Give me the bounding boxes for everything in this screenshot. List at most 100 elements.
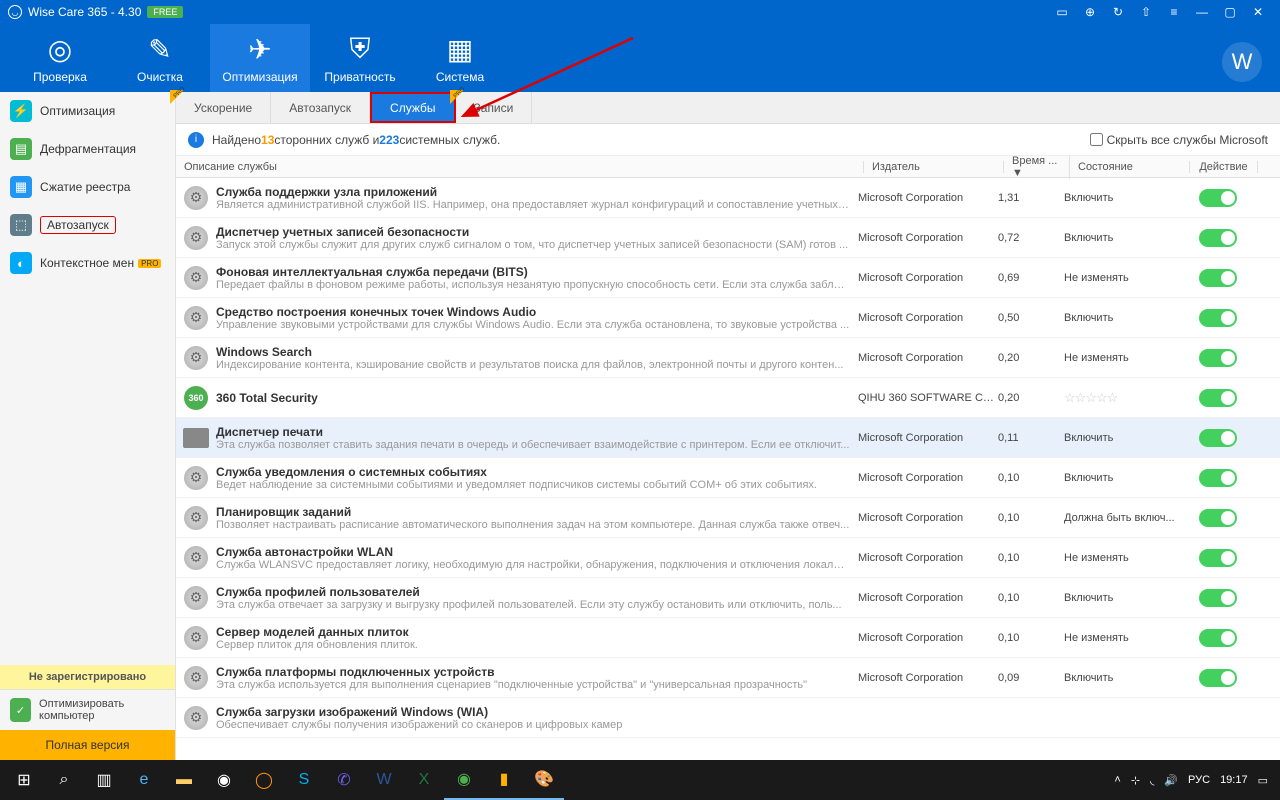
excel-icon[interactable]: X (404, 760, 444, 800)
tab-Ускорение[interactable]: PROУскорение (176, 92, 271, 123)
start-button[interactable]: ⊞ (4, 760, 44, 800)
minimize-icon[interactable]: — (1188, 2, 1216, 22)
toggle-switch[interactable] (1199, 629, 1237, 647)
tab-Записи[interactable]: PROЗаписи (456, 92, 533, 123)
service-row[interactable]: ⚙ Служба профилей пользователей Эта служ… (176, 578, 1280, 618)
rating-stars[interactable]: ☆☆☆☆☆ (1064, 390, 1117, 405)
service-row[interactable]: ⚙ Служба уведомления о системных события… (176, 458, 1280, 498)
tray-volume-icon[interactable]: 🔊 (1164, 774, 1178, 787)
task-view-icon[interactable]: ▥ (84, 760, 124, 800)
service-row[interactable]: ⚙ Диспетчер учетных записей безопасности… (176, 218, 1280, 258)
service-name: Сервер моделей данных плиток (216, 625, 850, 639)
chrome-icon[interactable]: ◉ (204, 760, 244, 800)
close-icon[interactable]: ✕ (1244, 2, 1272, 22)
upload-icon[interactable]: ⇧ (1132, 2, 1160, 22)
service-desc: Эта служба используется для выполнения с… (216, 679, 850, 691)
tab-Службы[interactable]: Службы (370, 92, 455, 123)
edge-icon[interactable]: e (124, 760, 164, 800)
service-row[interactable]: ⚙ Средство построения конечных точек Win… (176, 298, 1280, 338)
toggle-switch[interactable] (1199, 669, 1237, 687)
pro-badge: PRO (138, 259, 161, 268)
sidebar-item-Контекстное мен[interactable]: ◐Контекстное менPRO (0, 244, 175, 282)
service-state: Включить (1064, 192, 1113, 204)
service-state: Включить (1064, 472, 1113, 484)
optimize-computer-box[interactable]: ✓ Оптимизировать компьютер (0, 689, 175, 730)
toggle-switch[interactable] (1199, 349, 1237, 367)
system-tray[interactable]: ˄ ⊹ ◟ 🔊 РУС 19:17 ▭ (1114, 774, 1276, 787)
service-row[interactable]: ⚙ Планировщик заданий Позволяет настраив… (176, 498, 1280, 538)
paint-icon[interactable]: 🎨 (524, 760, 564, 800)
col-publisher[interactable]: Издатель (864, 161, 1004, 173)
sidebar-item-Автозапуск[interactable]: ⬚Автозапуск (0, 206, 175, 244)
gear-icon: ⚙ (184, 306, 208, 330)
search-icon[interactable]: ⌕ (44, 760, 84, 800)
service-publisher: Microsoft Corporation (858, 272, 998, 284)
firefox-icon[interactable]: ◯ (244, 760, 284, 800)
hide-microsoft-checkbox[interactable]: Скрыть все службы Microsoft (1090, 133, 1268, 147)
nav-Проверка[interactable]: ◎Проверка (10, 24, 110, 92)
toggle-switch[interactable] (1199, 229, 1237, 247)
toggle-switch[interactable] (1199, 189, 1237, 207)
tab-label: Автозапуск (289, 101, 351, 115)
service-publisher: Microsoft Corporation (858, 472, 998, 484)
sidebar-item-Оптимизация[interactable]: ⚡Оптимизация (0, 92, 175, 130)
service-row[interactable]: ⚙ Фоновая интеллектуальная служба переда… (176, 258, 1280, 298)
service-state: Включить (1064, 592, 1113, 604)
service-name: Служба профилей пользователей (216, 585, 850, 599)
nav-Оптимизация[interactable]: ✈Оптимизация (210, 24, 310, 92)
toggle-switch[interactable] (1199, 589, 1237, 607)
col-action[interactable]: Действие (1190, 161, 1258, 173)
menu-icon[interactable]: ≡ (1160, 2, 1188, 22)
toggle-switch[interactable] (1199, 389, 1237, 407)
service-desc: Сервер плиток для обновления плиток. (216, 639, 850, 651)
word-icon[interactable]: W (364, 760, 404, 800)
nav-icon: ⛨ (349, 33, 370, 66)
tray-clock[interactable]: 19:17 (1220, 774, 1248, 786)
feedback-icon[interactable]: ▭ (1048, 2, 1076, 22)
service-row[interactable]: ⚙ Сервер моделей данных плиток Сервер пл… (176, 618, 1280, 658)
service-row[interactable]: ⚙ Служба поддержки узла приложений Являе… (176, 178, 1280, 218)
sidebar-icon: ⚡ (10, 100, 32, 122)
service-row[interactable]: ⚙ Служба платформы подключенных устройст… (176, 658, 1280, 698)
col-state[interactable]: Состояние (1070, 161, 1190, 173)
sidebar-item-Сжатие реестра[interactable]: ▦Сжатие реестра (0, 168, 175, 206)
service-time: 0,69 (998, 272, 1064, 284)
explorer-icon[interactable]: ▬ (164, 760, 204, 800)
service-row[interactable]: ⚙ Служба загрузки изображений Windows (W… (176, 698, 1280, 738)
sidebar-item-Дефрагментация[interactable]: ▤Дефрагментация (0, 130, 175, 168)
shield-icon: ✓ (10, 698, 31, 722)
360-icon[interactable]: ◉ (444, 760, 484, 800)
col-time[interactable]: Время ... ▼ (1004, 155, 1070, 179)
full-version-button[interactable]: Полная версия (0, 730, 175, 760)
wisecare-icon[interactable]: ▮ (484, 760, 524, 800)
tray-notifications-icon[interactable]: ▭ (1258, 774, 1268, 787)
toggle-switch[interactable] (1199, 549, 1237, 567)
language-icon[interactable]: ⊕ (1076, 2, 1104, 22)
nav-Приватность[interactable]: ⛨Приватность (310, 24, 410, 92)
service-row[interactable]: ⚙ Windows Search Индексирование контента… (176, 338, 1280, 378)
service-desc: Служба WLANSVC предоставляет логику, нео… (216, 559, 850, 571)
toggle-switch[interactable] (1199, 469, 1237, 487)
service-row[interactable]: 360 360 Total Security QIHU 360 SOFTWARE… (176, 378, 1280, 418)
nav-Система[interactable]: ▦Система (410, 24, 510, 92)
tray-language[interactable]: РУС (1188, 774, 1210, 786)
col-description[interactable]: Описание службы (176, 161, 864, 173)
toggle-switch[interactable] (1199, 269, 1237, 287)
service-row[interactable]: ⚙ Служба автонастройки WLAN Служба WLANS… (176, 538, 1280, 578)
tray-wifi-icon[interactable]: ◟ (1150, 774, 1154, 787)
toggle-switch[interactable] (1199, 309, 1237, 327)
nav-Очистка[interactable]: ✎Очистка (110, 24, 210, 92)
viber-icon[interactable]: ✆ (324, 760, 364, 800)
tray-network-icon[interactable]: ⊹ (1131, 774, 1140, 787)
tab-Автозапуск[interactable]: Автозапуск (271, 92, 370, 123)
toggle-switch[interactable] (1199, 509, 1237, 527)
gear-icon: ⚙ (184, 626, 208, 650)
refresh-icon[interactable]: ↻ (1104, 2, 1132, 22)
service-row[interactable]: Диспетчер печати Эта служба позволяет ст… (176, 418, 1280, 458)
tray-chevron-icon[interactable]: ˄ (1114, 774, 1120, 786)
app-logo-icon: ◡ (8, 5, 22, 19)
maximize-icon[interactable]: ▢ (1216, 2, 1244, 22)
gear-icon: ⚙ (184, 666, 208, 690)
toggle-switch[interactable] (1199, 429, 1237, 447)
skype-icon[interactable]: S (284, 760, 324, 800)
